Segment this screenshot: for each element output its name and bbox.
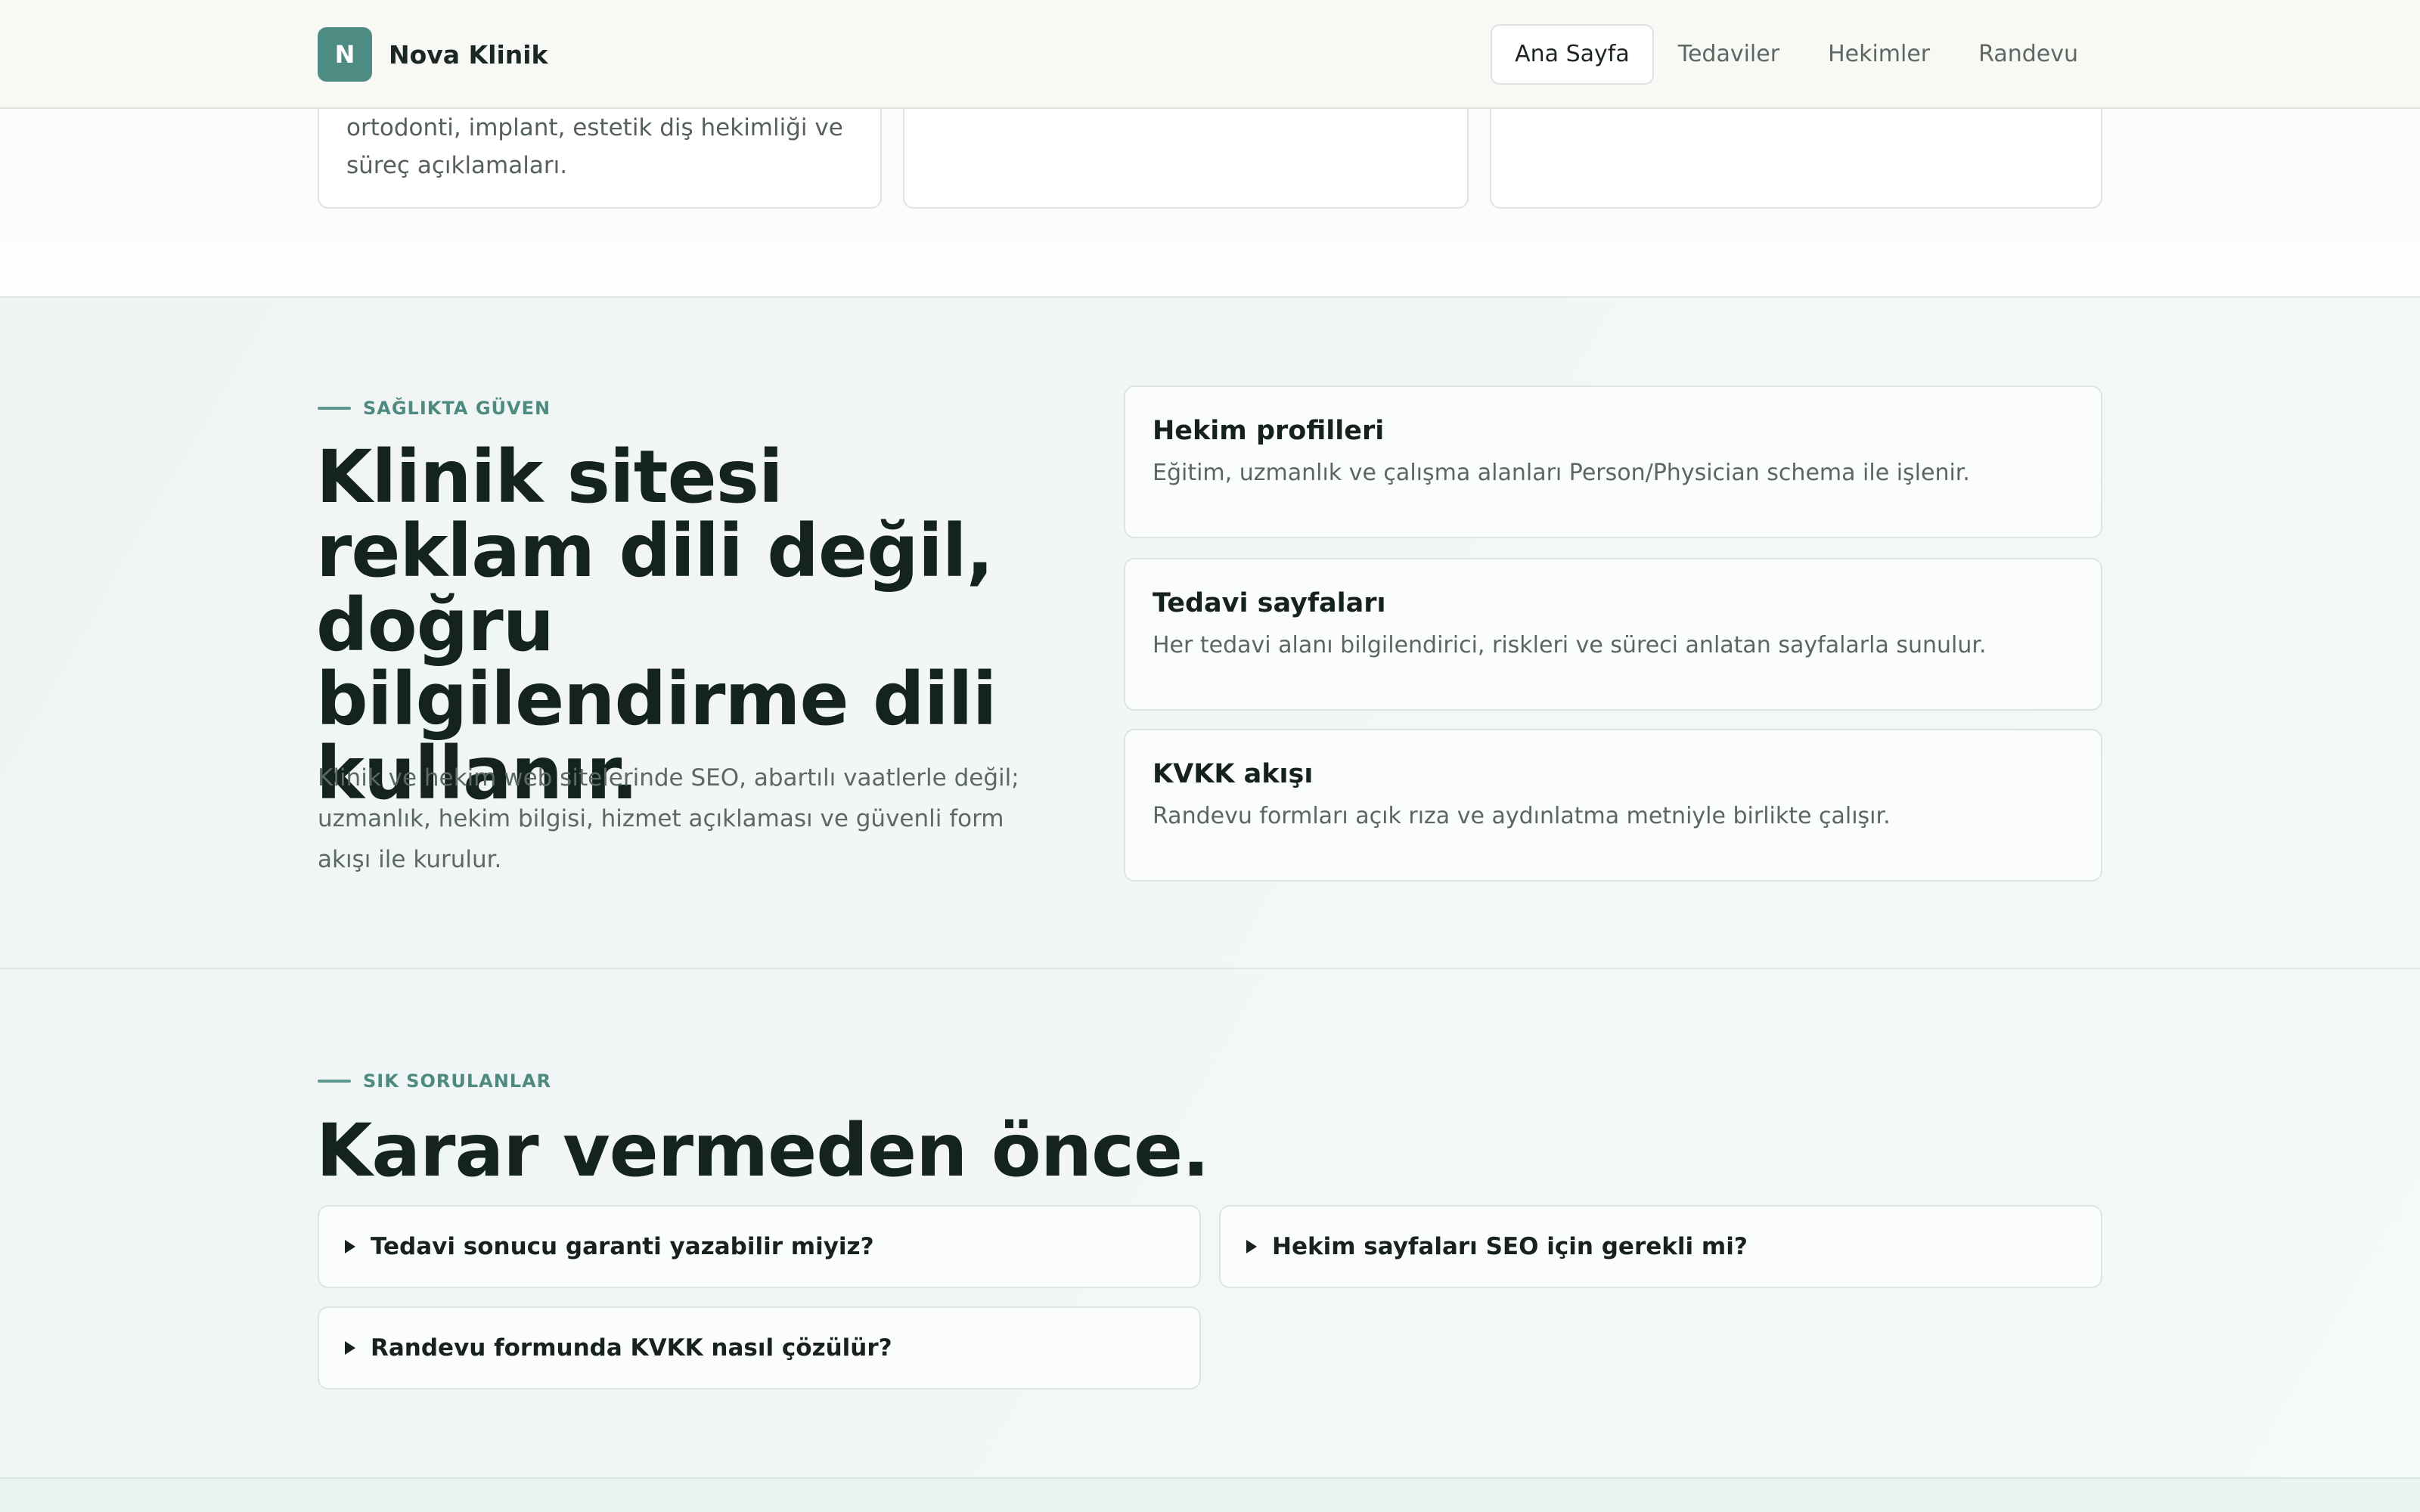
faq-eyebrow: SIK SORULANLAR	[318, 1070, 551, 1092]
site-header: N Nova Klinik Ana Sayfa Tedaviler Hekiml…	[0, 0, 2420, 109]
triangle-right-icon	[345, 1240, 355, 1253]
eyebrow-line	[318, 407, 351, 410]
faq-eyebrow-label: SIK SORULANLAR	[363, 1070, 552, 1092]
nav-item-hekimler[interactable]: Hekimler	[1804, 24, 1954, 85]
brand-link[interactable]: N Nova Klinik	[318, 27, 548, 82]
trust-eyebrow: SAĞLIKTA GÜVEN	[318, 398, 551, 419]
main-nav: Ana Sayfa Tedaviler Hekimler Randevu	[1491, 24, 2102, 85]
triangle-right-icon	[1246, 1240, 1257, 1253]
feature-card-tedavi-sayfalari: Tedavi sayfaları Her tedavi alanı bilgil…	[1124, 558, 2102, 711]
feature-title: Hekim profilleri	[1153, 416, 1385, 446]
triangle-right-icon	[345, 1341, 355, 1355]
feature-text: Eğitim, uzmanlık ve çalışma alanları Per…	[1153, 460, 1970, 486]
trust-eyebrow-label: SAĞLIKTA GÜVEN	[363, 398, 551, 419]
faq-item-hekim-seo[interactable]: Hekim sayfaları SEO için gerekli mi?	[1219, 1205, 2102, 1288]
faq-heading: Karar vermeden önce.	[316, 1108, 1210, 1193]
trust-description: Klinik ve hekim web sitelerinde SEO, aba…	[318, 764, 1019, 873]
feature-text: Randevu formları açık rıza ve aydınlatma…	[1153, 803, 1891, 829]
service-card-text: ortodonti, implant, estetik diş hekimliğ…	[346, 114, 843, 179]
faq-question: Hekim sayfaları SEO için gerekli mi?	[1272, 1233, 1748, 1260]
nav-item-randevu[interactable]: Randevu	[1954, 24, 2102, 85]
brand-name: Nova Klinik	[389, 39, 548, 70]
trust-heading: Klinik sitesi reklam dili değil, doğru b…	[316, 435, 997, 816]
feature-card-kvkk-akisi: KVKK akışı Randevu formları açık rıza ve…	[1124, 729, 2102, 881]
feature-title: Tedavi sayfaları	[1153, 588, 1386, 618]
faq-item-garanti[interactable]: Tedavi sonucu garanti yazabilir miyiz?	[318, 1205, 1201, 1288]
nav-item-tedaviler[interactable]: Tedaviler	[1654, 24, 1804, 85]
feature-title: KVKK akışı	[1153, 759, 1314, 789]
feature-text: Her tedavi alanı bilgilendirici, riskler…	[1153, 632, 1987, 658]
nav-item-ana-sayfa[interactable]: Ana Sayfa	[1491, 24, 1654, 85]
brand-logo: N	[318, 27, 372, 82]
eyebrow-line	[318, 1080, 351, 1083]
faq-item-kvkk[interactable]: Randevu formunda KVKK nasıl çözülür?	[318, 1306, 1201, 1390]
faq-question: Randevu formunda KVKK nasıl çözülür?	[371, 1334, 892, 1362]
faq-question: Tedavi sonucu garanti yazabilir miyiz?	[371, 1233, 874, 1260]
feature-card-hekim-profilleri: Hekim profilleri Eğitim, uzmanlık ve çal…	[1124, 386, 2102, 538]
next-section-edge	[0, 1477, 2420, 1512]
